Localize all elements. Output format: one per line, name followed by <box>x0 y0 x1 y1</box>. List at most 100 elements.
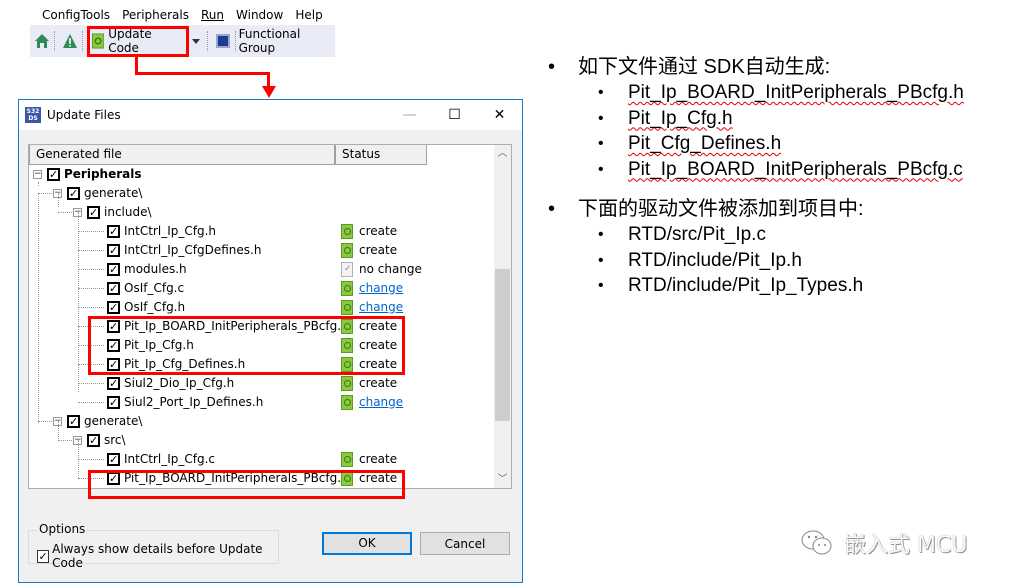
status-change-link[interactable]: change <box>359 298 403 317</box>
tree-checkbox[interactable]: ✓ <box>107 263 120 276</box>
generated-file-icon <box>341 224 353 239</box>
tree-row[interactable]: − ✓ generate\ <box>29 184 489 203</box>
column-status[interactable]: Status <box>335 145 427 165</box>
tree-label: generate\ <box>84 186 143 200</box>
menu-bar: ConfigTools Peripherals Run Window Help <box>36 4 329 26</box>
tree-connector <box>58 421 59 441</box>
tree-connector <box>78 307 104 308</box>
watermark-text: 嵌入式 MCU <box>844 533 968 558</box>
home-icon[interactable] <box>34 32 51 50</box>
section2-title: 下面的驱动文件被添加到项目中: <box>548 196 964 222</box>
close-button[interactable]: ✕ <box>477 100 522 130</box>
always-show-checkbox[interactable]: ✓ <box>37 549 50 563</box>
status-text: create <box>359 452 398 466</box>
tree-row[interactable]: − ✓ include\ <box>29 203 489 222</box>
arrow-head-icon <box>262 86 276 98</box>
generated-file-icon <box>341 376 353 391</box>
menu-configtools[interactable]: ConfigTools <box>36 4 116 26</box>
warning-icon[interactable] <box>62 32 79 50</box>
section1-item: Pit_Ip_BOARD_InitPeripherals_PBcfg.h <box>548 80 964 106</box>
tree-connector <box>38 421 52 422</box>
ok-button[interactable]: OK <box>322 532 412 555</box>
tree-row[interactable]: − ✓ generate\ <box>29 412 489 431</box>
status-text: no change <box>359 262 422 276</box>
generated-file-icon <box>341 300 353 315</box>
menu-help[interactable]: Help <box>289 4 328 26</box>
tree-checkbox[interactable]: ✓ <box>107 282 120 295</box>
no-change-icon <box>341 262 353 277</box>
toolbar-separator <box>234 31 236 51</box>
section2-item: RTD/include/Pit_Ip.h <box>548 248 964 274</box>
scroll-up-icon[interactable]: ︿ <box>494 145 511 162</box>
cancel-button[interactable]: Cancel <box>420 532 510 555</box>
tree-checkbox[interactable]: ✓ <box>67 415 80 428</box>
tree-label: modules.h <box>124 262 187 276</box>
tree-connector <box>38 193 39 423</box>
toolbar-separator <box>53 31 55 51</box>
tree-row[interactable]: − ✓ Peripherals <box>29 165 489 184</box>
s32ds-logo-icon: S32 DS <box>25 107 41 123</box>
tree-connector <box>58 212 72 213</box>
section1-item: Pit_Ip_Cfg.h <box>548 106 964 132</box>
scroll-down-icon[interactable]: ﹀ <box>494 471 511 488</box>
pit-header-files-highlight <box>88 316 405 375</box>
generated-file-icon <box>341 281 353 296</box>
menu-run[interactable]: Run <box>195 4 230 26</box>
scrollbar-thumb[interactable] <box>495 269 510 421</box>
tree-connector <box>58 193 59 207</box>
tree-row[interactable]: − ✓ src\ <box>29 431 489 450</box>
tree-connector <box>78 212 79 392</box>
tree-checkbox[interactable]: ✓ <box>87 206 100 219</box>
always-show-option[interactable]: ✓ Always show details before Update Code <box>37 542 278 570</box>
watermark: 嵌入式 MCU <box>800 527 967 559</box>
dropdown-arrow-icon[interactable] <box>191 38 200 44</box>
collapse-icon[interactable]: − <box>33 170 42 179</box>
status-change-link[interactable]: change <box>359 393 403 412</box>
tree-connector <box>78 459 104 460</box>
section1-item: Pit_Ip_BOARD_InitPeripherals_PBcfg.c <box>548 157 964 183</box>
generated-file-icon <box>341 452 353 467</box>
toolbar-separator <box>81 31 83 51</box>
tree-checkbox[interactable]: ✓ <box>107 453 120 466</box>
menu-peripherals[interactable]: Peripherals <box>116 4 195 26</box>
tree-label: src\ <box>104 433 126 447</box>
column-generated-file[interactable]: Generated file <box>29 145 335 165</box>
generated-file-icon <box>341 243 353 258</box>
tree-checkbox[interactable]: ✓ <box>47 168 60 181</box>
tree-label: generate\ <box>84 414 143 428</box>
functional-group-label[interactable]: Functional Group <box>239 27 335 55</box>
tree-checkbox[interactable]: ✓ <box>107 301 120 314</box>
minimize-button[interactable]: — <box>387 100 432 130</box>
tree-label: include\ <box>104 205 152 219</box>
dialog-title: Update Files <box>47 108 121 122</box>
tree-header: Generated file Status <box>29 145 511 165</box>
tree-checkbox[interactable]: ✓ <box>107 244 120 257</box>
options-legend: Options <box>37 522 88 536</box>
tree-checkbox[interactable]: ✓ <box>67 187 80 200</box>
pit-source-file-highlight <box>88 470 405 499</box>
maximize-button[interactable]: ☐ <box>432 100 477 130</box>
tree-checkbox[interactable]: ✓ <box>107 225 120 238</box>
vertical-scrollbar[interactable]: ︿ ﹀ <box>494 145 511 488</box>
update-code-highlight <box>87 26 189 57</box>
tree-label: Peripherals <box>64 167 142 181</box>
wechat-icon <box>801 530 832 555</box>
tree-checkbox[interactable]: ✓ <box>87 434 100 447</box>
tree-connector <box>78 269 104 270</box>
options-group: Options ✓ Always show details before Upd… <box>28 522 279 570</box>
tree-label: IntCtrl_Ip_CfgDefines.h <box>124 243 262 257</box>
menu-window[interactable]: Window <box>230 4 289 26</box>
tree-checkbox[interactable]: ✓ <box>107 396 120 409</box>
chip-icon[interactable] <box>215 32 232 50</box>
tree-label: IntCtrl_Ip_Cfg.h <box>124 224 216 238</box>
status-text: create <box>359 224 398 238</box>
status-text: create <box>359 243 398 257</box>
tree-checkbox[interactable]: ✓ <box>107 377 120 390</box>
arrow-line-horizontal <box>135 72 268 75</box>
dialog-titlebar: S32 DS Update Files — ☐ ✕ <box>19 100 522 130</box>
tree-connector <box>38 193 52 194</box>
tree-connector <box>78 250 104 251</box>
tree-label: OsIf_Cfg.h <box>124 300 186 314</box>
section1-item: Pit_Cfg_Defines.h <box>548 131 964 157</box>
status-change-link[interactable]: change <box>359 279 403 298</box>
